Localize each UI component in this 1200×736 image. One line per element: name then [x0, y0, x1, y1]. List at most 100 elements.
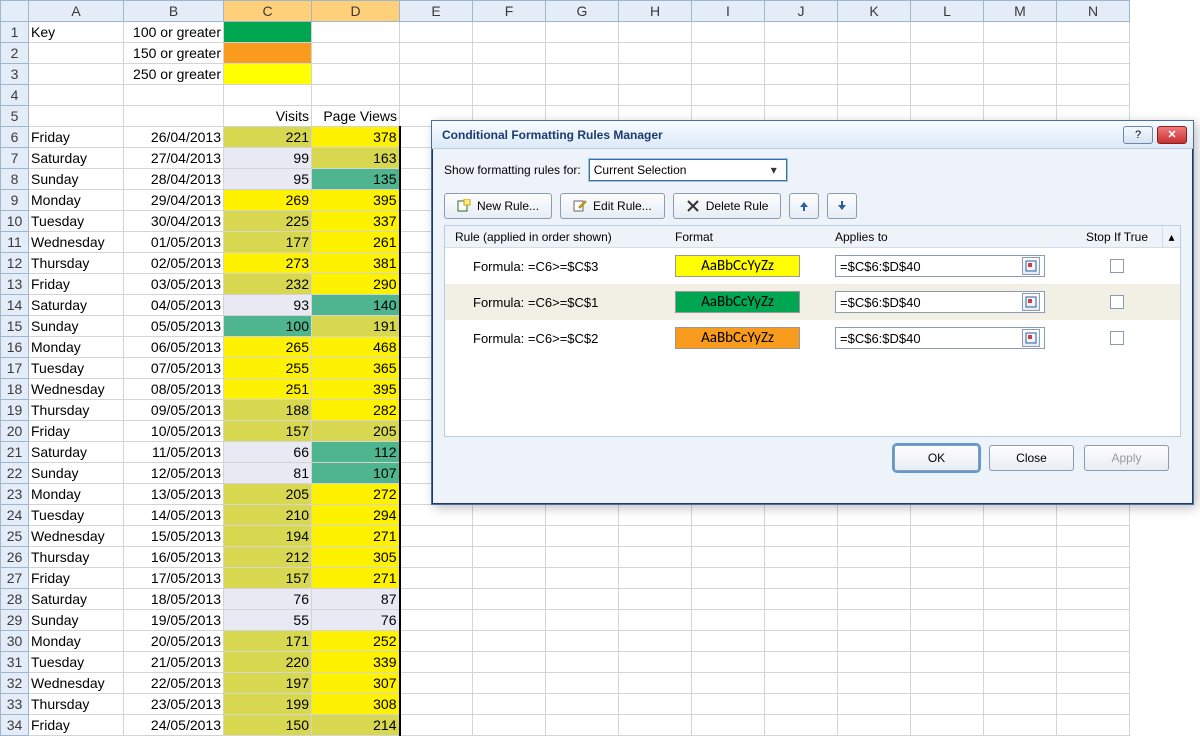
cell-M30[interactable]: [984, 631, 1057, 652]
cell-I26[interactable]: [692, 547, 765, 568]
cell-B11[interactable]: 01/05/2013: [124, 232, 224, 253]
rule-row[interactable]: Formula: =C6>=$C$1AaBbCcYyZz=$C$6:$D$40: [445, 284, 1180, 320]
row-header[interactable]: 12: [1, 253, 29, 274]
cell-K32[interactable]: [838, 673, 911, 694]
row-header[interactable]: 15: [1, 316, 29, 337]
cell-E30[interactable]: [400, 631, 473, 652]
rule-row[interactable]: Formula: =C6>=$C$3AaBbCcYyZz=$C$6:$D$40: [445, 248, 1180, 284]
cell-D8[interactable]: 135: [312, 169, 400, 190]
cell-G3[interactable]: [546, 64, 619, 85]
cell-L27[interactable]: [911, 568, 984, 589]
row-header[interactable]: 4: [1, 85, 29, 106]
cell-C2[interactable]: [224, 43, 312, 64]
cell-F4[interactable]: [473, 85, 546, 106]
cell-C34[interactable]: 150: [224, 715, 312, 736]
cell-F31[interactable]: [473, 652, 546, 673]
cell-A17[interactable]: Tuesday: [29, 358, 124, 379]
cell-A26[interactable]: Thursday: [29, 547, 124, 568]
cell-A22[interactable]: Sunday: [29, 463, 124, 484]
row-header[interactable]: 20: [1, 421, 29, 442]
row-header[interactable]: 18: [1, 379, 29, 400]
cell-C10[interactable]: 225: [224, 211, 312, 232]
cell-I2[interactable]: [692, 43, 765, 64]
cell-B12[interactable]: 02/05/2013: [124, 253, 224, 274]
cell-K30[interactable]: [838, 631, 911, 652]
cell-B14[interactable]: 04/05/2013: [124, 295, 224, 316]
cell-E24[interactable]: [400, 505, 473, 526]
cell-F27[interactable]: [473, 568, 546, 589]
row-header[interactable]: 34: [1, 715, 29, 736]
cell-I29[interactable]: [692, 610, 765, 631]
cell-J32[interactable]: [765, 673, 838, 694]
cell-A11[interactable]: Wednesday: [29, 232, 124, 253]
cell-D29[interactable]: 76: [312, 610, 400, 631]
cell-N25[interactable]: [1057, 526, 1130, 547]
cell-D18[interactable]: 395: [312, 379, 400, 400]
cell-N2[interactable]: [1057, 43, 1130, 64]
col-header-I[interactable]: I: [692, 1, 765, 22]
cell-N3[interactable]: [1057, 64, 1130, 85]
cell-C32[interactable]: 197: [224, 673, 312, 694]
cell-D17[interactable]: 365: [312, 358, 400, 379]
applies-to-input[interactable]: =$C$6:$D$40: [835, 255, 1045, 277]
row-header[interactable]: 33: [1, 694, 29, 715]
col-header-H[interactable]: H: [619, 1, 692, 22]
cell-A31[interactable]: Tuesday: [29, 652, 124, 673]
cell-E27[interactable]: [400, 568, 473, 589]
cell-L1[interactable]: [911, 22, 984, 43]
cell-A13[interactable]: Friday: [29, 274, 124, 295]
cell-J28[interactable]: [765, 589, 838, 610]
cell-A12[interactable]: Thursday: [29, 253, 124, 274]
cell-N33[interactable]: [1057, 694, 1130, 715]
cell-E4[interactable]: [400, 85, 473, 106]
cell-F28[interactable]: [473, 589, 546, 610]
cell-L4[interactable]: [911, 85, 984, 106]
cell-C6[interactable]: 221: [224, 127, 312, 148]
cell-K25[interactable]: [838, 526, 911, 547]
cell-C9[interactable]: 269: [224, 190, 312, 211]
cell-B30[interactable]: 20/05/2013: [124, 631, 224, 652]
cell-C30[interactable]: 171: [224, 631, 312, 652]
cell-A15[interactable]: Sunday: [29, 316, 124, 337]
col-header-E[interactable]: E: [400, 1, 473, 22]
cell-H28[interactable]: [619, 589, 692, 610]
cell-J4[interactable]: [765, 85, 838, 106]
cell-D5[interactable]: Page Views: [312, 106, 400, 127]
cell-B27[interactable]: 17/05/2013: [124, 568, 224, 589]
cell-K2[interactable]: [838, 43, 911, 64]
cell-C25[interactable]: 194: [224, 526, 312, 547]
cell-F33[interactable]: [473, 694, 546, 715]
cell-C16[interactable]: 265: [224, 337, 312, 358]
apply-button[interactable]: Apply: [1084, 445, 1169, 471]
cell-E34[interactable]: [400, 715, 473, 736]
cell-I33[interactable]: [692, 694, 765, 715]
cell-L25[interactable]: [911, 526, 984, 547]
cell-F24[interactable]: [473, 505, 546, 526]
cell-H4[interactable]: [619, 85, 692, 106]
cell-M25[interactable]: [984, 526, 1057, 547]
cell-J31[interactable]: [765, 652, 838, 673]
close-dialog-button[interactable]: Close: [989, 445, 1074, 471]
cell-N1[interactable]: [1057, 22, 1130, 43]
cell-D4[interactable]: [312, 85, 400, 106]
cell-C33[interactable]: 199: [224, 694, 312, 715]
cell-B32[interactable]: 22/05/2013: [124, 673, 224, 694]
cell-K1[interactable]: [838, 22, 911, 43]
cell-D25[interactable]: 271: [312, 526, 400, 547]
cell-C19[interactable]: 188: [224, 400, 312, 421]
cell-G32[interactable]: [546, 673, 619, 694]
row-header[interactable]: 22: [1, 463, 29, 484]
cell-A25[interactable]: Wednesday: [29, 526, 124, 547]
cell-B2[interactable]: 150 or greater: [124, 43, 224, 64]
cell-H3[interactable]: [619, 64, 692, 85]
cell-M24[interactable]: [984, 505, 1057, 526]
move-down-button[interactable]: [827, 193, 857, 219]
cell-F34[interactable]: [473, 715, 546, 736]
cell-A28[interactable]: Saturday: [29, 589, 124, 610]
cell-A30[interactable]: Monday: [29, 631, 124, 652]
cell-D12[interactable]: 381: [312, 253, 400, 274]
cell-D22[interactable]: 107: [312, 463, 400, 484]
cell-A27[interactable]: Friday: [29, 568, 124, 589]
row-header[interactable]: 7: [1, 148, 29, 169]
cell-K3[interactable]: [838, 64, 911, 85]
